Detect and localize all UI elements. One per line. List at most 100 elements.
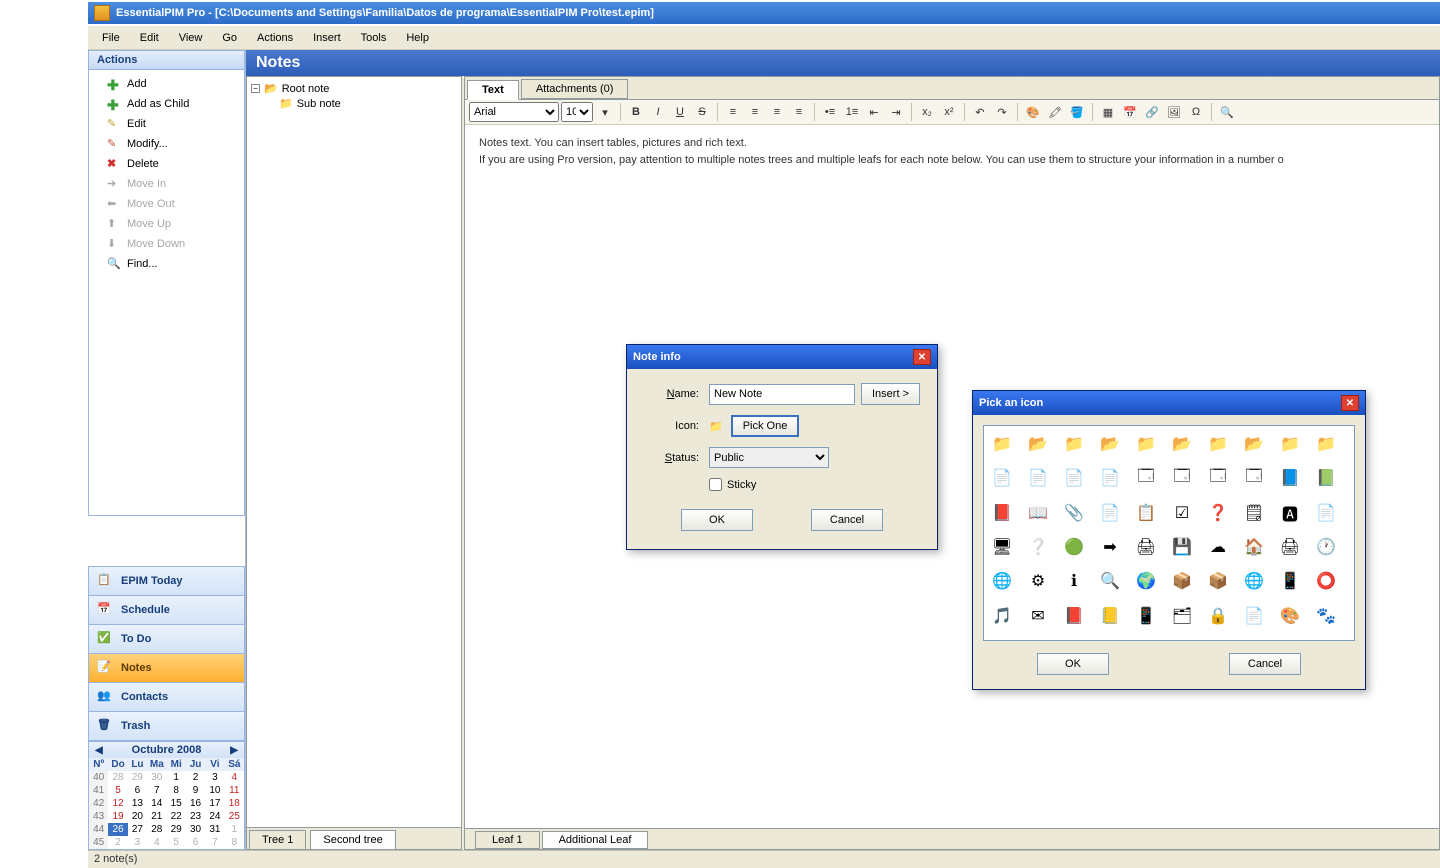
nav-trash[interactable]: 🗑Trash: [88, 712, 245, 741]
menu-view[interactable]: View: [169, 28, 213, 48]
icon-choice[interactable]: 🅰: [1280, 503, 1300, 523]
number-list-button[interactable]: 1≡: [842, 102, 862, 122]
cal-day[interactable]: 30: [186, 823, 205, 836]
cal-next[interactable]: ▶: [228, 745, 240, 756]
icon-choice[interactable]: ❔: [1028, 537, 1048, 557]
icon-choice[interactable]: 📕: [1064, 606, 1084, 626]
menu-go[interactable]: Go: [212, 28, 247, 48]
tree-root-node[interactable]: − 📂 Root note: [251, 81, 457, 96]
cal-day[interactable]: 7: [147, 784, 166, 797]
cal-day[interactable]: 2: [186, 771, 205, 784]
cal-day[interactable]: 31: [205, 823, 224, 836]
bg-color-button[interactable]: 🪣: [1067, 102, 1087, 122]
bullet-list-button[interactable]: •≡: [820, 102, 840, 122]
strike-button[interactable]: S: [692, 102, 712, 122]
size-select[interactable]: 10: [561, 102, 593, 122]
ok-button[interactable]: OK: [681, 509, 753, 531]
icon-choice[interactable]: 📁: [1280, 434, 1300, 454]
cal-day[interactable]: 29: [128, 771, 147, 784]
cal-day[interactable]: 5: [167, 836, 186, 849]
pick-one-button[interactable]: Pick One: [731, 415, 800, 437]
font-color-button[interactable]: 🎨: [1023, 102, 1043, 122]
cal-day[interactable]: 17: [205, 797, 224, 810]
cal-day[interactable]: 10: [205, 784, 224, 797]
cal-day[interactable]: 30: [147, 771, 166, 784]
cal-day[interactable]: 11: [225, 784, 244, 797]
cal-day[interactable]: 27: [128, 823, 147, 836]
icon-choice[interactable]: 🌐: [992, 571, 1012, 591]
icon-choice[interactable]: ⚙: [1028, 571, 1048, 591]
icon-choice[interactable]: ℹ: [1064, 571, 1084, 591]
icon-choice[interactable]: ❓: [1208, 503, 1228, 523]
cal-day[interactable]: 4: [225, 771, 244, 784]
icon-choice[interactable]: 📘: [1280, 468, 1300, 488]
icon-choice[interactable]: 🔍: [1100, 571, 1120, 591]
menu-tools[interactable]: Tools: [351, 28, 397, 48]
icon-choice[interactable]: 📁: [1136, 434, 1156, 454]
icon-choice[interactable]: 🗂: [1172, 606, 1192, 626]
icon-choice[interactable]: 🖨: [1280, 537, 1300, 557]
font-select[interactable]: Arial: [469, 102, 559, 122]
undo-button[interactable]: ↶: [970, 102, 990, 122]
icon-choice[interactable]: 📗: [1316, 468, 1336, 488]
indent-button[interactable]: ⇥: [886, 102, 906, 122]
icon-choice[interactable]: 🏠: [1244, 537, 1264, 557]
icon-choice[interactable]: 📕: [992, 503, 1012, 523]
tree-collapse-icon[interactable]: −: [251, 84, 260, 93]
cal-day[interactable]: 22: [167, 810, 186, 823]
action-edit[interactable]: ✎Edit: [89, 114, 244, 134]
icon-choice[interactable]: 💾: [1172, 537, 1192, 557]
align-center-button[interactable]: ≡: [745, 102, 765, 122]
icon-choice[interactable]: 📁: [992, 434, 1012, 454]
cal-day[interactable]: 13: [128, 797, 147, 810]
leaf-tab-1[interactable]: Leaf 1: [475, 831, 540, 849]
nav-schedule[interactable]: 📅Schedule: [88, 596, 245, 625]
cal-day[interactable]: 29: [167, 823, 186, 836]
icon-choice[interactable]: 📄: [1244, 606, 1264, 626]
nav-epim-today[interactable]: 📋EPIM Today: [88, 566, 245, 596]
icon-choice[interactable]: 🕐: [1316, 537, 1336, 557]
underline-button[interactable]: U: [670, 102, 690, 122]
action-delete[interactable]: ✖Delete: [89, 154, 244, 174]
cal-day[interactable]: 6: [128, 784, 147, 797]
icon-choice[interactable]: 📂: [1028, 434, 1048, 454]
ok-button[interactable]: OK: [1037, 653, 1109, 675]
nav-todo[interactable]: ✅To Do: [88, 625, 245, 654]
cal-day[interactable]: 6: [186, 836, 205, 849]
cancel-button[interactable]: Cancel: [1229, 653, 1301, 675]
action-modify[interactable]: ✎Modify...: [89, 134, 244, 154]
menu-help[interactable]: Help: [396, 28, 439, 48]
icon-choice[interactable]: 📄: [1064, 468, 1084, 488]
cancel-button[interactable]: Cancel: [811, 509, 883, 531]
cal-day[interactable]: 19: [108, 810, 127, 823]
cal-day[interactable]: 18: [225, 797, 244, 810]
outdent-button[interactable]: ⇤: [864, 102, 884, 122]
cal-day[interactable]: 4: [147, 836, 166, 849]
icon-choice[interactable]: 📦: [1172, 571, 1192, 591]
icon-choice[interactable]: 🌍: [1136, 571, 1156, 591]
cal-day[interactable]: 15: [167, 797, 186, 810]
icon-choice[interactable]: 📱: [1136, 606, 1156, 626]
italic-button[interactable]: I: [648, 102, 668, 122]
icon-choice[interactable]: ✉: [1028, 606, 1048, 626]
cal-day[interactable]: 23: [186, 810, 205, 823]
cal-day[interactable]: 7: [205, 836, 224, 849]
highlight-button[interactable]: 🖍: [1045, 102, 1065, 122]
icon-choice[interactable]: 📄: [1316, 503, 1336, 523]
icon-choice[interactable]: 🗔: [1244, 468, 1264, 488]
status-select[interactable]: Public: [709, 447, 829, 468]
size-down-icon[interactable]: ▾: [595, 102, 615, 122]
menu-insert[interactable]: Insert: [303, 28, 351, 48]
subscript-button[interactable]: x₂: [917, 102, 937, 122]
icon-choice[interactable]: 📱: [1280, 571, 1300, 591]
date-button[interactable]: 📅: [1120, 102, 1140, 122]
cal-day[interactable]: 3: [205, 771, 224, 784]
tree-sub-node[interactable]: 📁 Sub note: [251, 96, 457, 111]
icon-choice[interactable]: 🗔: [1208, 468, 1228, 488]
cal-day[interactable]: 12: [108, 797, 127, 810]
icon-choice[interactable]: 🗔: [1172, 468, 1192, 488]
icon-choice[interactable]: 🎵: [992, 606, 1012, 626]
bold-button[interactable]: B: [626, 102, 646, 122]
icon-choice[interactable]: 🟢: [1064, 537, 1084, 557]
icon-choice[interactable]: 🖥: [992, 537, 1012, 557]
